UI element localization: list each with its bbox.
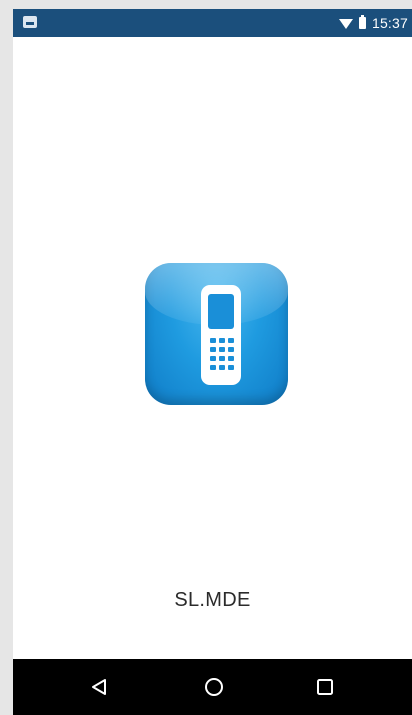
recents-button[interactable] [311, 673, 339, 701]
handheld-scanner-icon [145, 263, 288, 405]
recents-square-icon [317, 679, 333, 695]
back-triangle-icon [92, 679, 106, 695]
back-button[interactable] [85, 673, 113, 701]
home-button[interactable] [200, 673, 228, 701]
screen: 15:37 SL.MDE [13, 9, 412, 715]
device-frame: 15:37 SL.MDE [0, 0, 412, 715]
image-notification-icon [23, 16, 37, 28]
status-indicators: 15:37 [338, 9, 408, 37]
navigation-bar [13, 659, 412, 715]
status-time: 15:37 [371, 15, 408, 31]
home-circle-icon [205, 678, 223, 696]
status-bar: 15:37 [13, 9, 412, 37]
app-name: SL.MDE [174, 589, 251, 611]
battery-icon [358, 15, 366, 29]
wifi-icon [338, 19, 353, 29]
handheld-device-glyph [201, 285, 241, 385]
